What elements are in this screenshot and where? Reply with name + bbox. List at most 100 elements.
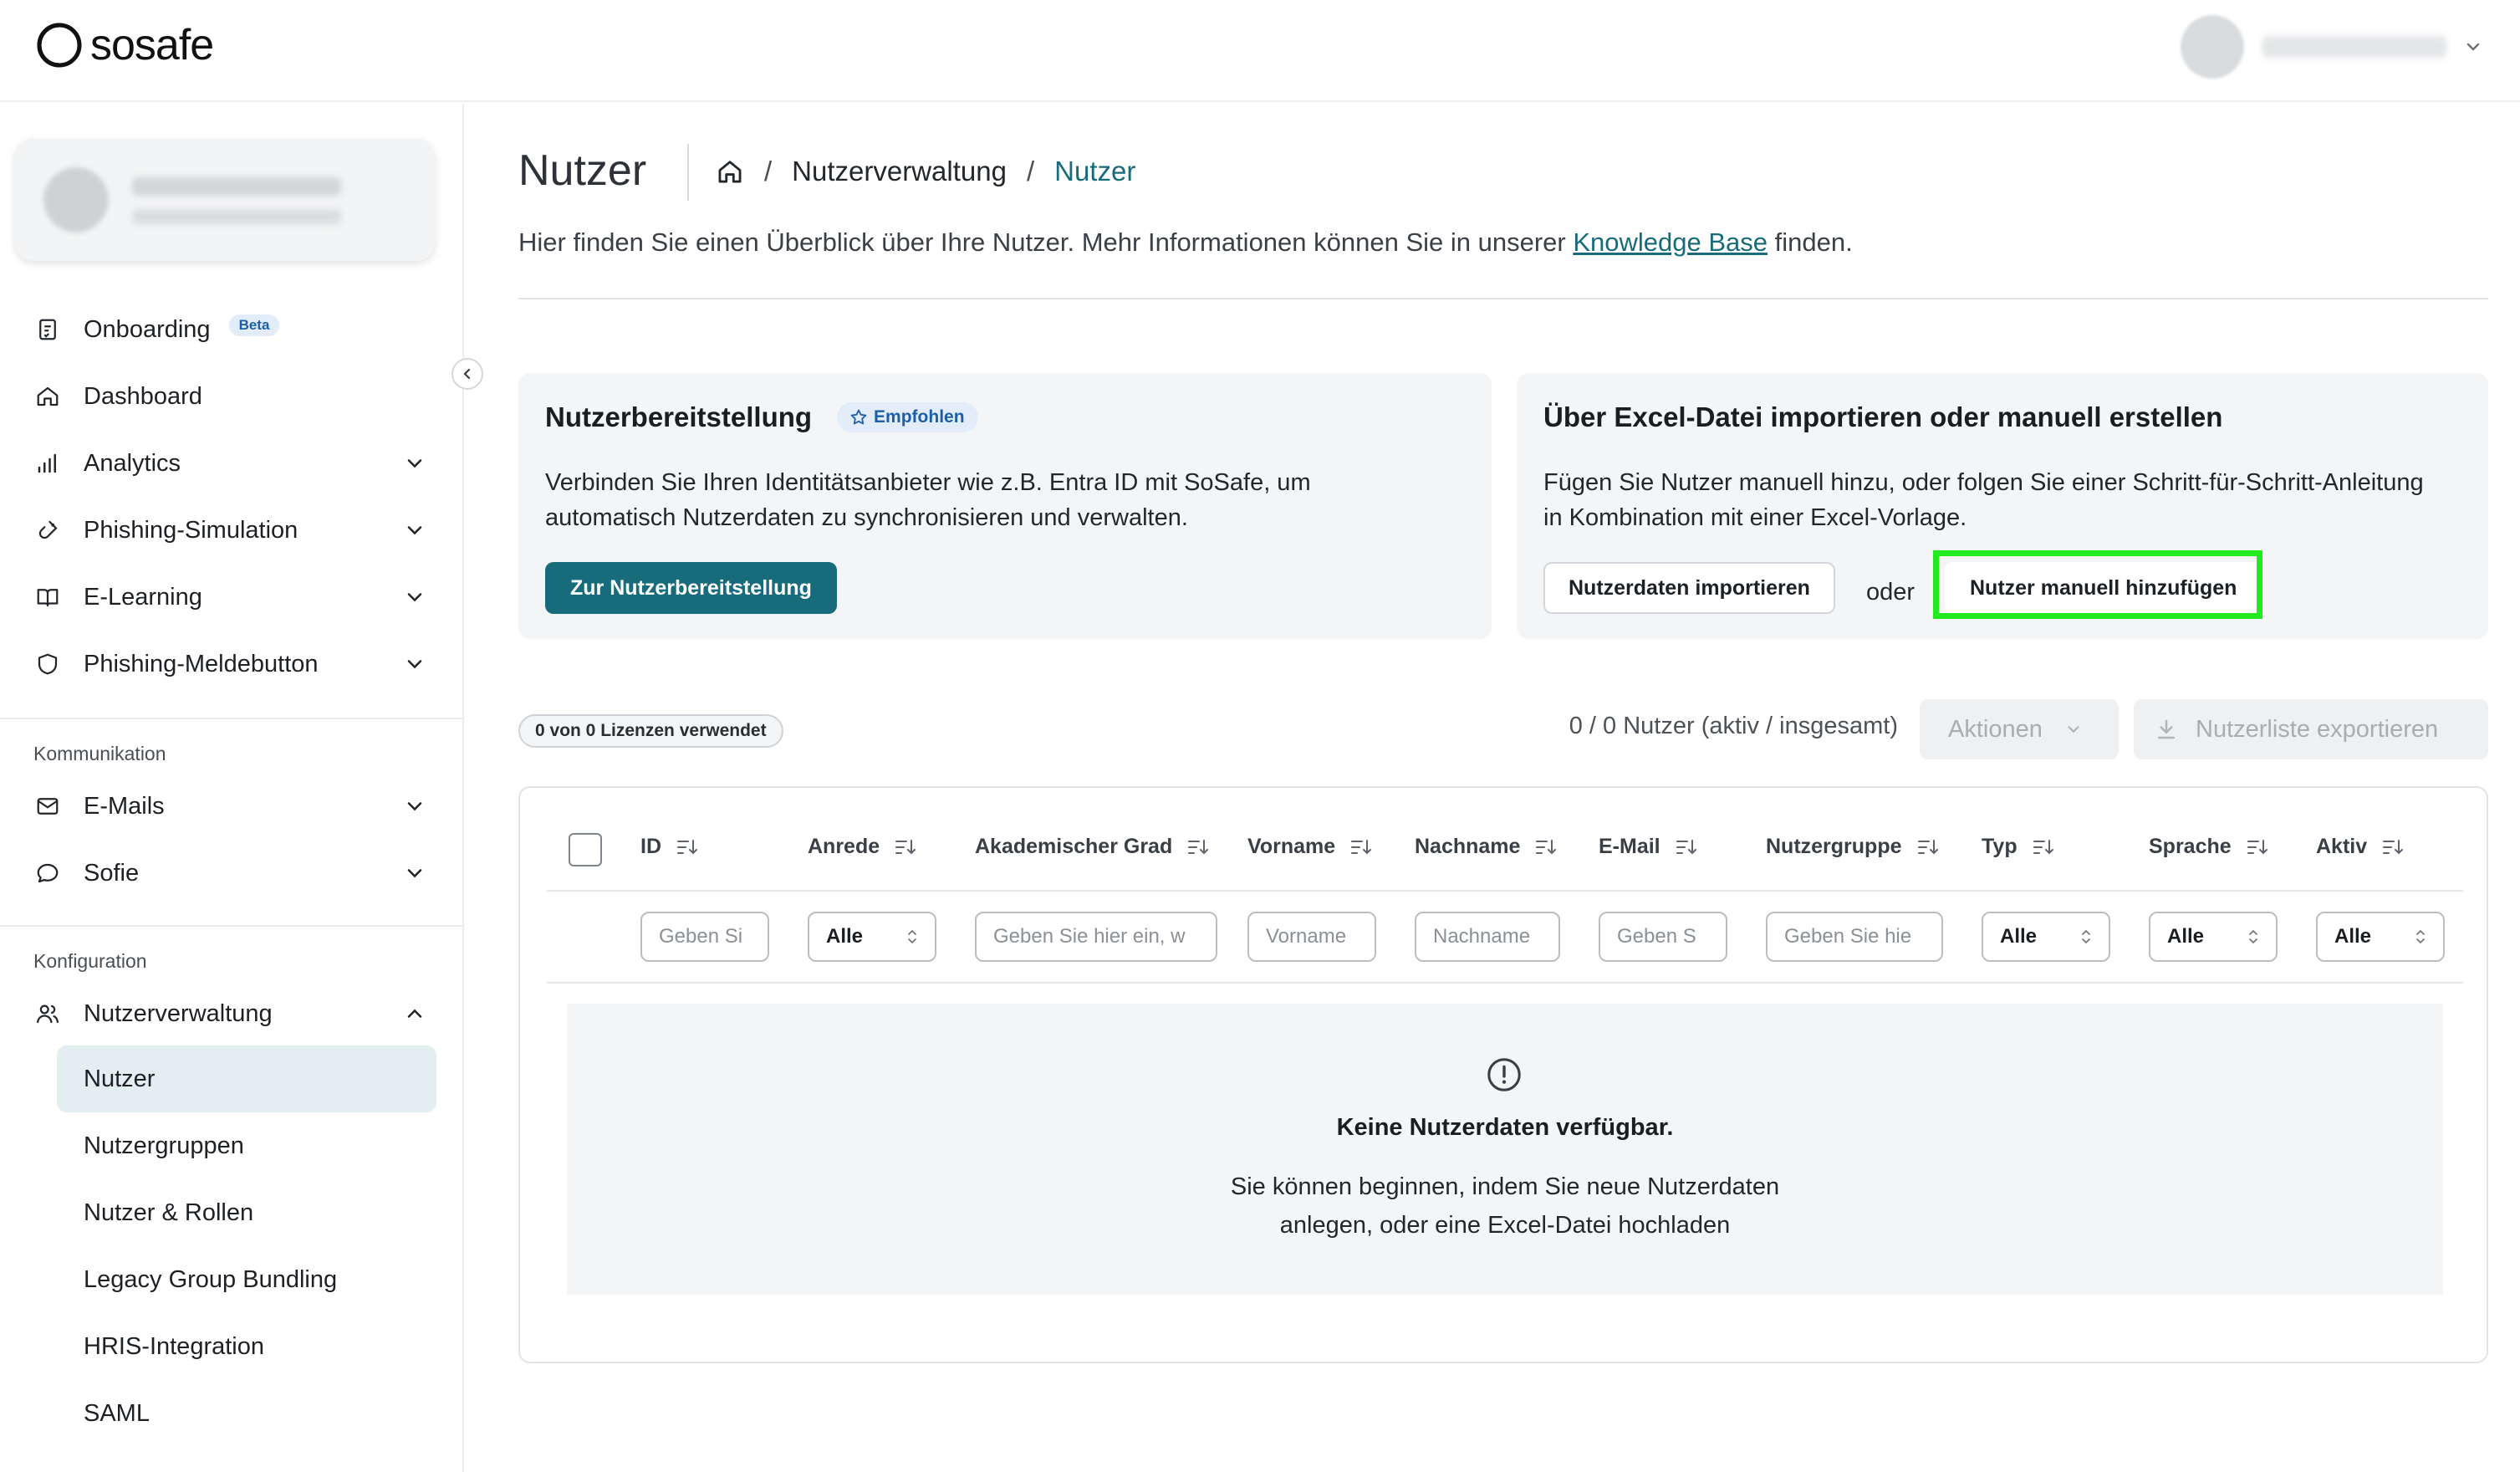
nutzerdaten-importieren-button[interactable]: Nutzerdaten importieren (1543, 562, 1835, 614)
aktionen-label: Aktionen (1948, 715, 2043, 743)
provisioning-card-title: Nutzerbereitstellung Empfohlen (545, 401, 978, 433)
chevron-down-icon (2068, 726, 2079, 733)
sidebar-item-dashboard[interactable]: Dashboard (33, 371, 426, 422)
email-filter-input[interactable]: Geben S (1599, 912, 1727, 962)
sidebar-item-label: E-Mails (84, 792, 165, 820)
sidebar-item-analytics[interactable]: Analytics (33, 438, 426, 488)
download-icon (2158, 719, 2175, 739)
account-card[interactable] (15, 139, 435, 261)
account-name-blurred (132, 177, 341, 196)
sort-icon (895, 839, 916, 854)
sidebar-item-label: SAML (84, 1399, 150, 1427)
account-avatar (43, 167, 109, 233)
select-value: Alle (2334, 925, 2372, 948)
info-circle-icon (1487, 1058, 1521, 1091)
sidebar-item-phishing-simulation[interactable]: Phishing-Simulation (33, 505, 426, 555)
typ-filter-select[interactable]: Alle (1982, 912, 2110, 962)
id-filter-input[interactable]: Geben Si (640, 912, 769, 962)
sidebar-item-e-mails[interactable]: E-Mails (33, 781, 426, 831)
sort-icon (1188, 839, 1209, 854)
chevron-down-icon (407, 869, 422, 878)
sort-icon (1351, 839, 1372, 854)
sidebar-item-nutzerverwaltung[interactable]: Nutzerverwaltung (33, 989, 426, 1039)
select-all-checkbox[interactable] (569, 833, 602, 866)
import-text-line: Fügen Sie Nutzer manuell hinzu, oder fol… (1543, 469, 2424, 496)
column-label: Nutzergruppe (1766, 835, 1902, 858)
updown-icon (908, 929, 916, 944)
mail-icon (33, 792, 62, 820)
checklist-icon (33, 315, 62, 344)
nachname-filter-input[interactable]: Nachname (1415, 912, 1560, 962)
filter-divider (547, 982, 2463, 984)
sort-icon (1917, 839, 1938, 854)
sidebar-item-label: Phishing-Meldebutton (84, 650, 319, 677)
import-card-title: Über Excel-Datei importieren oder manuel… (1543, 401, 2223, 432)
sidebar-item-label: Onboarding (84, 315, 211, 343)
breadcrumb: / Nutzerverwaltung / Nutzer (716, 156, 1135, 187)
sidebar-item-label: Dashboard (84, 382, 202, 410)
column-header-aktiv[interactable]: Aktiv (2316, 835, 2404, 859)
select-value: Alle (826, 925, 864, 948)
sidebar-item-nutzer-rollen[interactable]: Nutzer & Rollen (57, 1179, 436, 1246)
column-header-typ[interactable]: Typ (1982, 835, 2054, 859)
sidebar-item-legacy-group-bundling[interactable]: Legacy Group Bundling (57, 1246, 436, 1313)
sidebar-item-phishing-meldebutton[interactable]: Phishing-Meldebutton (33, 639, 426, 689)
aktiv-filter-select[interactable]: Alle (2316, 912, 2445, 962)
column-header-nutzergruppe[interactable]: Nutzergruppe (1766, 835, 1939, 859)
updown-icon (2416, 929, 2425, 944)
column-header-vorname[interactable]: Vorname (1247, 835, 1372, 859)
sidebar-divider (0, 925, 462, 927)
nutzergruppe-filter-input[interactable]: Geben Sie hie (1766, 912, 1943, 962)
import-text-line: in Kombination mit einer Excel-Vorlage. (1543, 504, 1967, 531)
provisioning-title-text: Nutzerbereitstellung (545, 401, 813, 432)
sosafe-logo[interactable]: sosafe (35, 20, 214, 70)
breadcrumb-current: Nutzer (1054, 156, 1136, 187)
sidebar-item-saml[interactable]: SAML (57, 1380, 436, 1447)
avatar[interactable] (2181, 15, 2244, 79)
user-count-text: 0 / 0 Nutzer (aktiv / insgesamt) (1569, 713, 1898, 739)
select-value: Alle (2167, 925, 2205, 948)
bar-chart-icon (33, 449, 62, 478)
home-icon[interactable] (716, 157, 744, 186)
sidebar-item-e-learning[interactable]: E-Learning (33, 572, 426, 622)
column-header-anrede[interactable]: Anrede (808, 835, 916, 859)
vorname-filter-input[interactable]: Vorname (1247, 912, 1376, 962)
column-header-sprache[interactable]: Sprache (2149, 835, 2268, 859)
nutzerliste-exportieren-button[interactable]: Nutzerliste exportieren (2134, 699, 2488, 759)
column-label: Typ (1982, 835, 2018, 858)
chevron-down-icon (407, 593, 422, 602)
sidebar-item-label: E-Learning (84, 583, 202, 611)
sprache-filter-select[interactable]: Alle (2149, 912, 2278, 962)
knowledge-base-link[interactable]: Knowledge Base (1573, 227, 1768, 257)
breadcrumb-nutzerverwaltung[interactable]: Nutzerverwaltung (792, 156, 1007, 187)
sidebar-item-nutzergruppen[interactable]: Nutzergruppen (57, 1112, 436, 1179)
chevron-down-icon (407, 802, 422, 811)
sidebar: Onboarding Beta Dashboard Analytics Phis… (0, 104, 483, 1472)
column-header-e-mail[interactable]: E-Mail (1599, 835, 1697, 859)
sidebar-collapse-button[interactable] (451, 358, 483, 390)
title-separator (687, 144, 689, 201)
aktionen-dropdown[interactable]: Aktionen (1920, 699, 2119, 759)
column-header-id[interactable]: ID (640, 835, 698, 859)
empty-state: Keine Nutzerdaten verfügbar. Sie können … (567, 1004, 2443, 1295)
sidebar-item-hris-integration[interactable]: HRIS-Integration (57, 1313, 436, 1380)
sort-icon (677, 839, 697, 854)
akademischer-grad-filter-input[interactable]: Geben Sie hier ein, w (975, 912, 1217, 962)
sidebar-item-sofie[interactable]: Sofie (33, 848, 426, 898)
user-menu[interactable] (2181, 15, 2483, 79)
home-icon (33, 382, 62, 411)
column-header-akademischer-grad[interactable]: Akademischer Grad (975, 835, 1209, 859)
empty-state-line: anlegen, oder eine Excel-Datei hochladen (1279, 1212, 1731, 1239)
shield-icon (33, 650, 62, 678)
anrede-filter-select[interactable]: Alle (808, 912, 936, 962)
star-icon (850, 409, 867, 425)
zur-nutzerbereitstellung-button[interactable]: Zur Nutzerbereitstellung (545, 562, 837, 614)
provisioning-text-line: automatisch Nutzerdaten zu synchronisier… (545, 504, 1188, 531)
column-header-nachname[interactable]: Nachname (1415, 835, 1557, 859)
highlight-frame (1933, 550, 2262, 619)
sort-icon (2247, 839, 2267, 854)
column-label: Akademischer Grad (975, 835, 1173, 858)
license-badge: 0 von 0 Lizenzen verwendet (518, 714, 783, 748)
sidebar-item-onboarding[interactable]: Onboarding Beta (33, 304, 426, 355)
sidebar-item-nutzer[interactable]: Nutzer (57, 1045, 436, 1112)
